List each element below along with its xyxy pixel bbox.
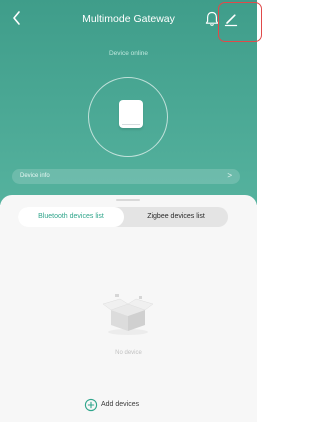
sheet-handle[interactable] <box>116 199 140 201</box>
empty-state-text: No device <box>115 350 142 356</box>
add-devices-label: Add devices <box>101 401 140 408</box>
tab-bluetooth-devices[interactable]: Bluetooth devices list <box>18 207 124 227</box>
empty-box-icon <box>102 294 154 335</box>
chevron-left-icon <box>13 11 20 25</box>
edit-highlight <box>218 2 262 42</box>
device-header: Multimode Gateway Device online Device i… <box>0 0 262 205</box>
device-info-label: Device info <box>20 173 50 179</box>
device-tabs: Bluetooth devices list Zigbee devices li… <box>18 207 228 227</box>
plus-circle-icon <box>84 398 98 412</box>
devices-sheet: Bluetooth devices list Zigbee devices li… <box>0 195 257 422</box>
device-info-row[interactable]: Device info > <box>12 169 240 184</box>
tab-zigbee-devices[interactable]: Zigbee devices list <box>124 207 228 227</box>
back-button[interactable] <box>10 10 24 26</box>
page-title: Multimode Gateway <box>82 13 175 25</box>
add-devices-button[interactable]: Add devices <box>84 398 176 412</box>
device-status: Device online <box>108 50 149 57</box>
chevron-right-icon: > <box>227 171 232 180</box>
gateway-device-image <box>119 100 143 128</box>
